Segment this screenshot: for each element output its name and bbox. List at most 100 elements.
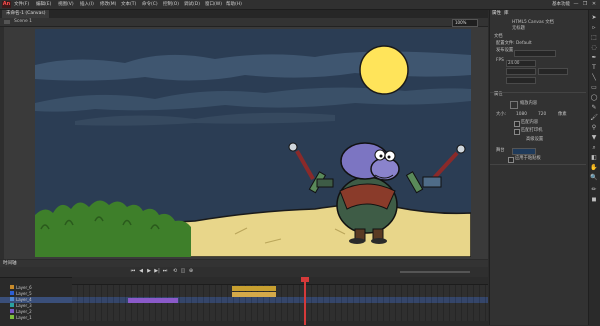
zoom-select[interactable]: 100%: [452, 19, 478, 27]
layer-name[interactable]: Layer_1: [16, 315, 32, 320]
maximize-icon[interactable]: ❐: [581, 1, 589, 8]
menu-modify[interactable]: 修改(M): [100, 1, 116, 8]
oval-tool-icon[interactable]: ◯: [590, 94, 598, 102]
layer-name[interactable]: Layer_6: [16, 285, 32, 290]
size-field-c[interactable]: [506, 77, 536, 84]
height-value[interactable]: 720: [538, 112, 546, 118]
stage-label: 舞台: [496, 148, 505, 153]
prev-frame-icon[interactable]: ◀: [138, 268, 144, 275]
brush-tool-icon[interactable]: 🖌: [590, 114, 598, 122]
last-frame-icon[interactable]: ⏭: [162, 268, 168, 275]
tween-span-orange-2[interactable]: [232, 292, 276, 297]
layer-name[interactable]: Layer_2: [16, 309, 32, 314]
menu-control[interactable]: 控制(O): [163, 1, 179, 8]
size-field-b[interactable]: [538, 68, 568, 75]
units-label: 像素: [558, 112, 567, 117]
bone-tool-icon[interactable]: ⚲: [590, 124, 598, 132]
match-printer-checkbox[interactable]: [514, 129, 520, 135]
subselection-tool-icon[interactable]: ▹: [590, 24, 598, 32]
panel-divider: [490, 92, 586, 93]
hand-tool-icon[interactable]: ✋: [590, 164, 598, 172]
menu-debug[interactable]: 调试(D): [184, 1, 200, 8]
layer-color-icon: [10, 291, 14, 295]
timeline-zoom-slider[interactable]: [400, 271, 470, 273]
scene-bar: [0, 18, 488, 27]
scale-label: 缩放内容: [520, 101, 538, 106]
stage-canvas[interactable]: [35, 29, 471, 257]
apply-pasteboard-checkbox[interactable]: [508, 157, 514, 163]
minimize-icon[interactable]: —: [572, 1, 580, 8]
doc-name: 无标题: [512, 26, 525, 31]
loop-icon[interactable]: ⟲: [172, 268, 178, 275]
match-contents-checkbox[interactable]: [514, 121, 520, 127]
menu-insert[interactable]: 插入(I): [80, 1, 94, 8]
zoom-tool-icon[interactable]: 🔍: [590, 174, 598, 182]
stage-icon: [510, 101, 518, 109]
menu-window[interactable]: 窗口(W): [205, 1, 222, 8]
layer-name[interactable]: Layer_3: [16, 303, 32, 308]
menu-view[interactable]: 视图(V): [58, 1, 74, 8]
selection-tool-icon[interactable]: ➤: [590, 14, 598, 22]
tab-library[interactable]: 库: [504, 10, 509, 18]
size-label: 大小:: [496, 112, 507, 117]
panel-divider-2: [490, 164, 586, 165]
layer-row: Layer_1: [0, 315, 72, 321]
layer-color-icon: [10, 315, 14, 319]
width-value[interactable]: 1080: [516, 112, 527, 118]
target-label: 发布设置: [496, 48, 514, 53]
text-tool-icon[interactable]: T: [590, 64, 598, 72]
app-logo: An: [2, 1, 11, 8]
rectangle-tool-icon[interactable]: ▭: [590, 84, 598, 92]
stage-illustration: [35, 29, 471, 257]
eyedropper-icon[interactable]: ⌕: [590, 144, 598, 152]
profile-value: Default: [516, 41, 532, 46]
transform-tool-icon[interactable]: ⬚: [590, 34, 598, 42]
play-icon[interactable]: ▶: [146, 268, 152, 275]
document-tab-bar: [0, 10, 488, 18]
tween-span-purple[interactable]: [128, 298, 178, 303]
workspace-label[interactable]: 基本功能: [552, 1, 570, 8]
pencil-tool-icon[interactable]: ✎: [590, 104, 598, 112]
layer-name[interactable]: Layer_5: [16, 291, 32, 296]
first-frame-icon[interactable]: ⏮: [130, 268, 136, 275]
moon: [359, 45, 409, 95]
tween-span-orange[interactable]: [232, 286, 276, 291]
pen-tool-icon[interactable]: ✒: [590, 54, 598, 62]
playhead-handle[interactable]: [301, 277, 309, 282]
menu-edit[interactable]: 编辑(E): [36, 1, 51, 8]
close-icon[interactable]: ✕: [590, 1, 598, 8]
eraser-icon[interactable]: ◧: [590, 154, 598, 162]
match-printer-label: 匹配打印机: [521, 128, 543, 133]
back-arrow-icon[interactable]: [4, 20, 10, 24]
timeline-title[interactable]: 时间轴: [3, 260, 17, 267]
line-tool-icon[interactable]: ╲: [590, 74, 598, 82]
publish-settings-field[interactable]: [514, 50, 556, 57]
menu-file[interactable]: 文件(F): [14, 1, 29, 8]
layer-color-icon: [10, 309, 14, 313]
menu-text[interactable]: 文本(T): [121, 1, 136, 8]
frames-row[interactable]: [72, 315, 488, 321]
layer-color-icon: [10, 297, 14, 301]
advanced-label[interactable]: 高级设置: [526, 137, 543, 143]
next-frame-icon[interactable]: ▶|: [154, 268, 160, 275]
playhead[interactable]: [304, 277, 306, 325]
fps-value: 24.00: [508, 60, 520, 65]
stage-color-swatch[interactable]: [512, 148, 536, 155]
tab-properties[interactable]: 属性: [492, 10, 501, 18]
onion-skin-icon[interactable]: ◫: [180, 268, 186, 275]
section-document[interactable]: 文档: [494, 34, 503, 40]
paint-bucket-icon[interactable]: ▼: [590, 134, 598, 142]
layer-name[interactable]: Layer_4: [16, 297, 32, 302]
apply-pasteboard-label: 应用于粘贴板: [515, 156, 541, 161]
lasso-tool-icon[interactable]: ◌: [590, 44, 598, 52]
stroke-color-icon[interactable]: ✏: [590, 186, 598, 194]
document-tab[interactable]: 未命名-1 (Canvas): [2, 10, 50, 18]
size-field-a[interactable]: [506, 68, 536, 75]
scene-label[interactable]: Scene 1: [14, 18, 32, 26]
menu-help[interactable]: 帮助(H): [226, 1, 242, 8]
timeline-header: [0, 260, 488, 267]
layer-color-icon: [10, 285, 14, 289]
fill-color-icon[interactable]: ◼: [590, 196, 598, 204]
edit-frames-icon[interactable]: ⊕: [188, 268, 194, 275]
menu-commands[interactable]: 命令(C): [142, 1, 158, 8]
